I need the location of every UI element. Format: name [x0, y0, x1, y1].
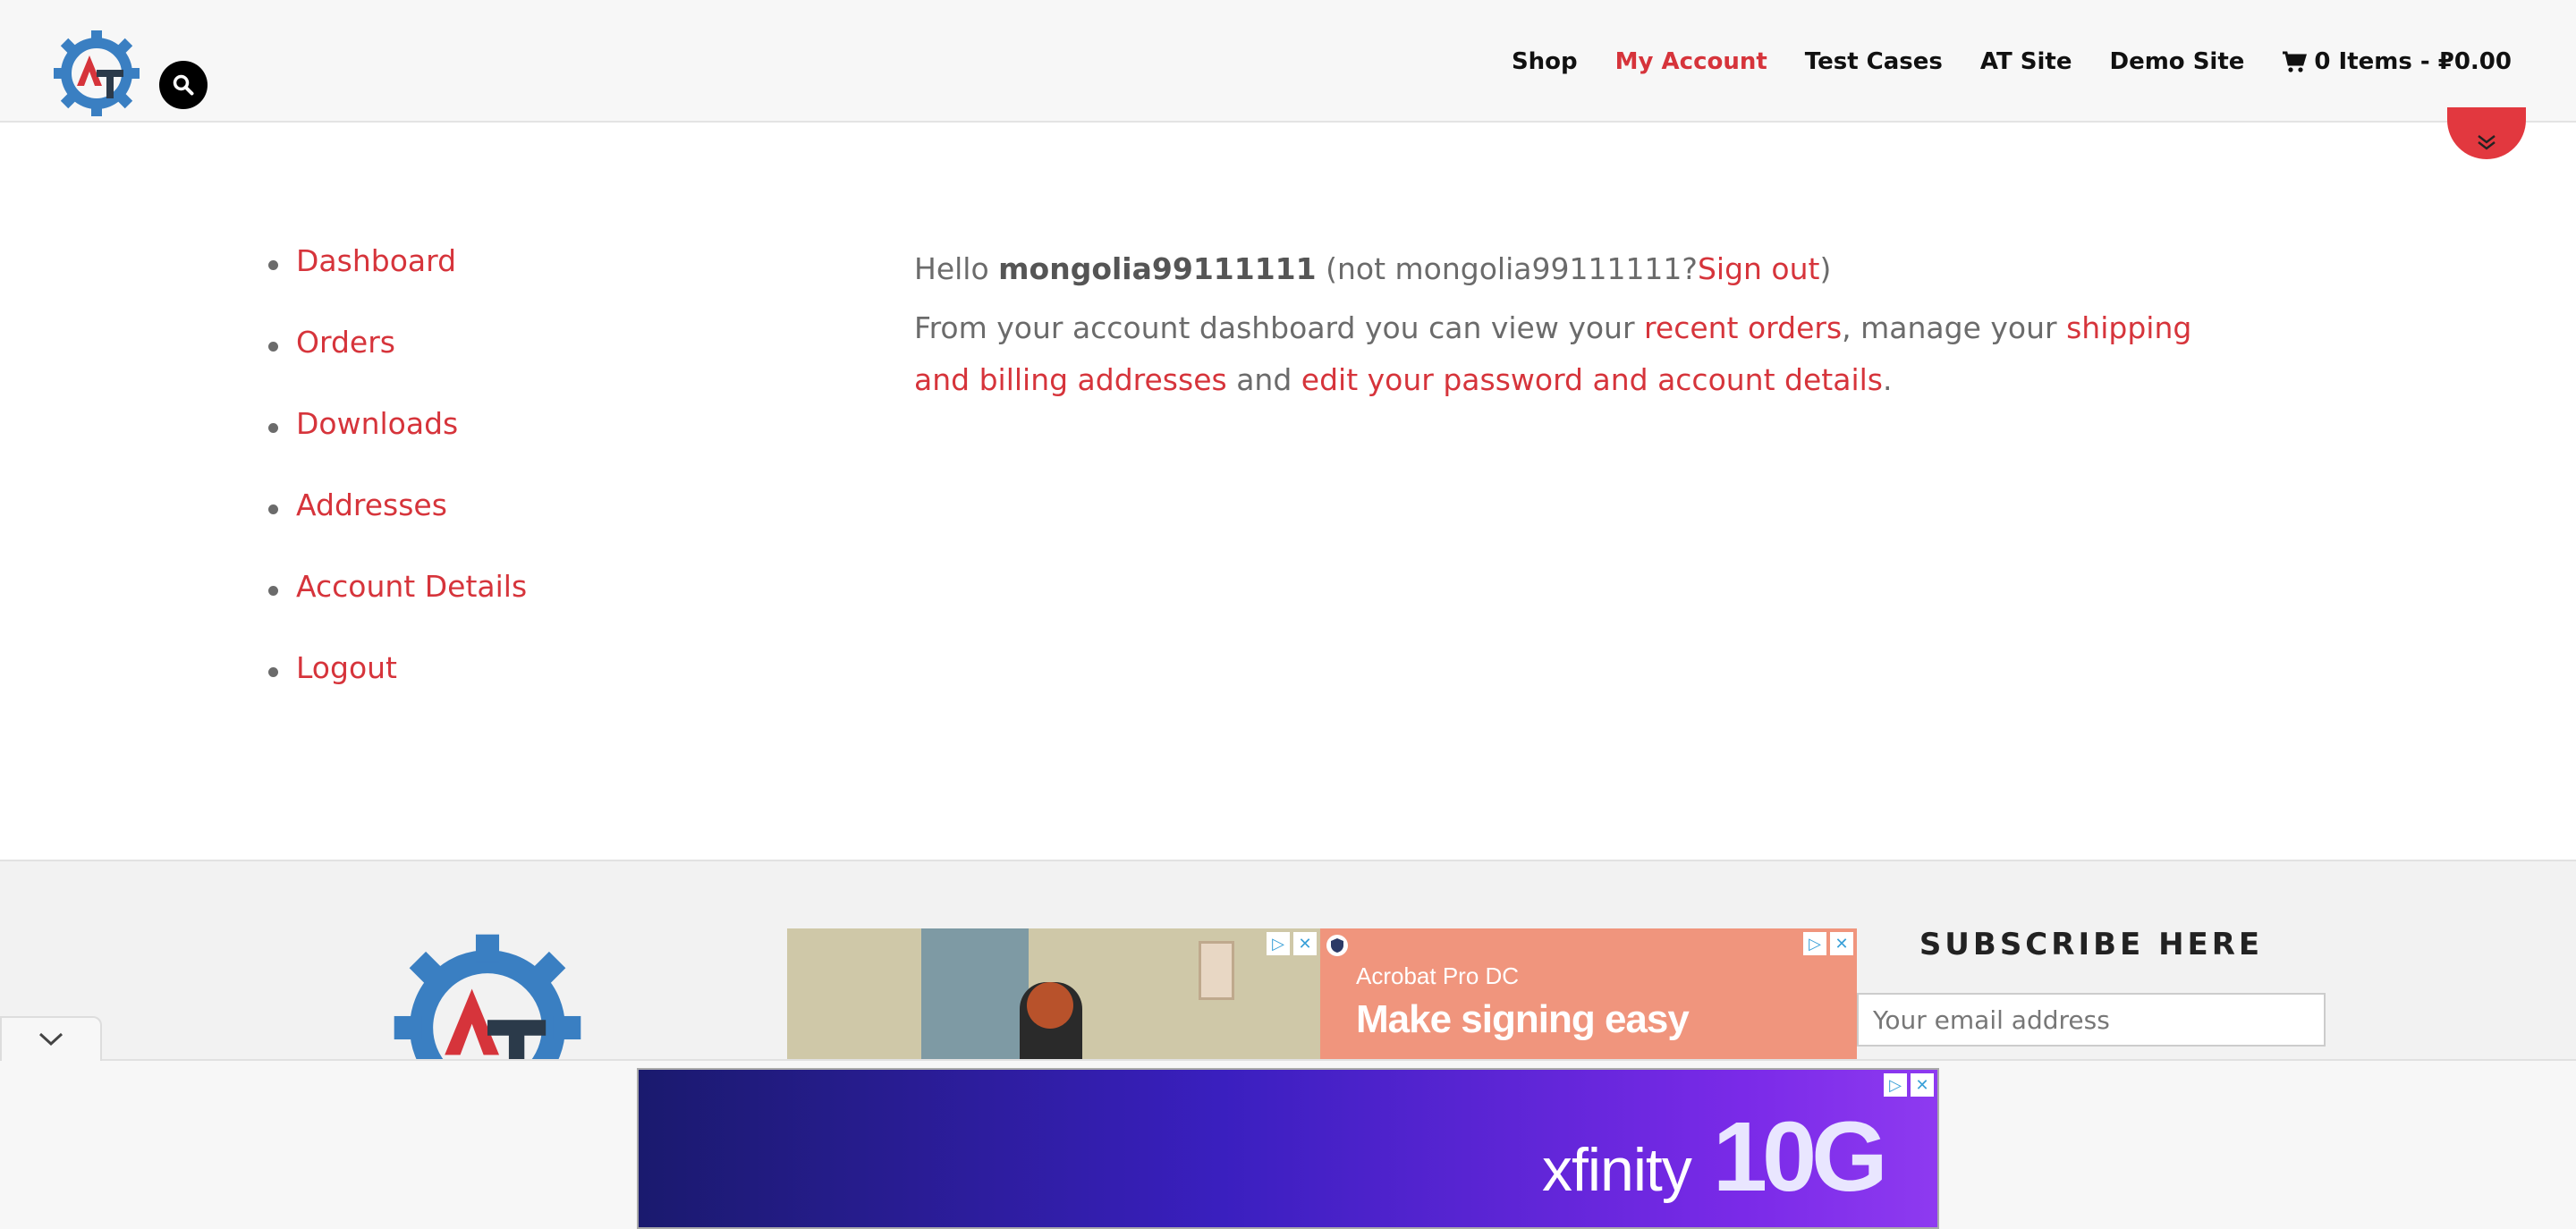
- site-header: Shop My Account Test Cases AT Site Demo …: [0, 0, 2576, 123]
- greeting: Hello mongolia99111111 (not mongolia9911…: [914, 243, 2238, 295]
- not-user-suffix: ): [1819, 251, 1832, 286]
- ad-image-hair: [1027, 982, 1073, 1029]
- ad-choices: ▷ ✕: [1267, 932, 1317, 955]
- xfinity-name: xfinity: [1542, 1136, 1692, 1204]
- account-nav-item: Downloads: [268, 406, 527, 487]
- not-user-name: mongolia99111111?: [1394, 251, 1698, 286]
- ad-info-icon[interactable]: ▷: [1267, 932, 1290, 955]
- sign-out-link[interactable]: Sign out: [1698, 251, 1820, 286]
- shield-icon: [1326, 935, 1348, 956]
- ad-product-name: Acrobat Pro DC: [1356, 962, 1520, 989]
- ad-close-icon[interactable]: ✕: [1293, 932, 1317, 955]
- xfinity-speed: 10G: [1712, 1102, 1888, 1212]
- account-nav-item: Orders: [268, 325, 527, 406]
- username: mongolia99111111: [998, 251, 1317, 286]
- email-field[interactable]: [1857, 993, 2326, 1047]
- account-nav-downloads[interactable]: Downloads: [296, 406, 458, 441]
- double-chevron-down-icon: [2478, 135, 2496, 150]
- intro-text: and: [1236, 362, 1292, 397]
- subscribe-section: SUBSCRIBE HERE: [1857, 927, 2326, 1047]
- account-details-link[interactable]: edit your password and account details: [1301, 362, 1883, 397]
- recent-orders-link[interactable]: recent orders: [1644, 310, 1842, 345]
- nav-shop[interactable]: Shop: [1512, 48, 1578, 75]
- main-nav: Shop My Account Test Cases AT Site Demo …: [1512, 48, 2512, 75]
- account-nav-item: Account Details: [268, 569, 527, 650]
- intro-text: , manage your: [1842, 310, 2057, 345]
- nav-at-site[interactable]: AT Site: [1980, 48, 2072, 75]
- nav-test-cases[interactable]: Test Cases: [1805, 48, 1943, 75]
- advertisement-image[interactable]: ▷ ✕: [787, 928, 1320, 1063]
- account-nav-item: Logout: [268, 650, 527, 732]
- intro-text: From your account dashboard you can view…: [914, 310, 1635, 345]
- greeting-prefix: Hello: [914, 251, 989, 286]
- ad-headline: Make signing easy: [1356, 997, 1690, 1041]
- ad-image-panel: [921, 928, 1029, 1063]
- account-nav-account-details[interactable]: Account Details: [296, 569, 527, 604]
- ad-close-icon[interactable]: ✕: [1830, 932, 1853, 955]
- account-nav-addresses[interactable]: Addresses: [296, 487, 447, 522]
- intro-text: .: [1882, 362, 1893, 397]
- scroll-down-button[interactable]: [2447, 107, 2526, 159]
- dashboard-intro: From your account dashboard you can view…: [914, 302, 2238, 406]
- nav-my-account[interactable]: My Account: [1615, 48, 1767, 75]
- account-nav-item: Addresses: [268, 487, 527, 569]
- ad-info-icon[interactable]: ▷: [1884, 1073, 1907, 1097]
- account-nav-dashboard[interactable]: Dashboard: [296, 243, 456, 278]
- search-icon: [173, 74, 194, 96]
- cart-icon: [2283, 51, 2308, 72]
- account-nav-orders[interactable]: Orders: [296, 325, 395, 360]
- ad-info-icon[interactable]: ▷: [1803, 932, 1826, 955]
- ad-close-icon[interactable]: ✕: [1911, 1073, 1934, 1097]
- ad-choices: ▷ ✕: [1884, 1073, 1934, 1097]
- account-nav-logout[interactable]: Logout: [296, 650, 397, 685]
- subscribe-heading: SUBSCRIBE HERE: [1919, 927, 2264, 962]
- search-button[interactable]: [159, 61, 208, 109]
- chevron-down-icon: [38, 1032, 64, 1047]
- collapse-ad-button[interactable]: [0, 1016, 102, 1061]
- account-nav-item: Dashboard: [268, 243, 527, 325]
- nav-cart[interactable]: 0 Items - ₽0.00: [2282, 48, 2512, 75]
- dashboard-content: Hello mongolia99111111 (not mongolia9911…: [914, 243, 2238, 413]
- cart-summary: 0 Items - ₽0.00: [2314, 48, 2512, 75]
- ad-choices: ▷ ✕: [1803, 932, 1853, 955]
- not-user-prefix: (not: [1326, 251, 1386, 286]
- acrobat-advertisement[interactable]: Acrobat Pro DC Make signing easy ▷ ✕: [1320, 928, 1857, 1063]
- ad-image-frame: [1199, 941, 1234, 1000]
- account-navigation: Dashboard Orders Downloads Addresses Acc…: [268, 243, 527, 732]
- xfinity-brand: xfinity 10G: [1542, 1100, 1888, 1214]
- xfinity-advertisement[interactable]: xfinity 10G ▷ ✕: [637, 1068, 1939, 1229]
- site-logo[interactable]: [50, 27, 143, 120]
- nav-demo-site[interactable]: Demo Site: [2109, 48, 2244, 75]
